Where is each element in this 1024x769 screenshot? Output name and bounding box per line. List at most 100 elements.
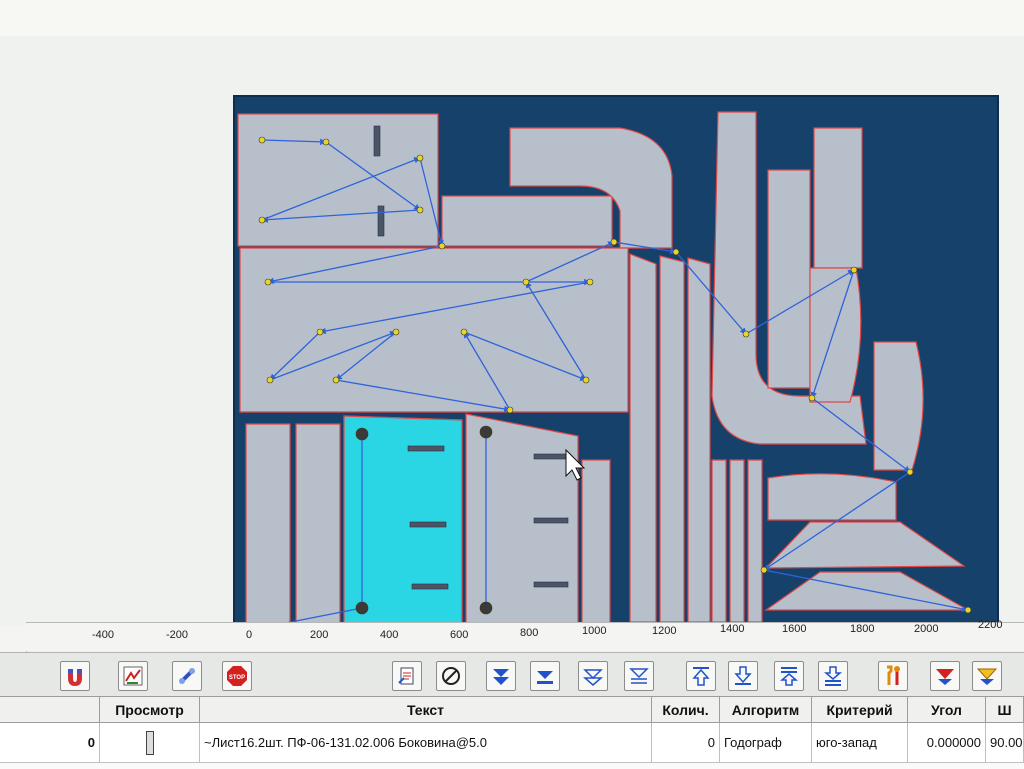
document-icon (398, 667, 414, 685)
part-mid-strip[interactable] (767, 169, 811, 389)
tools-button[interactable] (878, 661, 908, 691)
slot (377, 205, 385, 237)
part-upper-curve[interactable] (813, 127, 863, 269)
route-node (760, 566, 768, 574)
route-node (672, 248, 680, 256)
download-button[interactable] (728, 661, 758, 691)
x-tick-label: -400 (92, 629, 115, 641)
svg-text:STOP: STOP (229, 675, 245, 681)
preview-thumbnail-icon (145, 730, 154, 755)
auto-nest-button[interactable] (118, 661, 148, 691)
x-tick-label: 1600 (782, 623, 807, 635)
optimize-button[interactable] (172, 661, 202, 691)
move-down-outline-icon (583, 669, 603, 686)
slot (533, 453, 569, 460)
row-width[interactable]: 90.00 (986, 723, 1024, 763)
move-to-end-button[interactable] (486, 661, 516, 691)
nest-icon (123, 666, 143, 686)
yellow-funnel-icon (976, 668, 998, 685)
part-vertical-2[interactable] (659, 255, 685, 623)
route-node (808, 394, 816, 402)
row-qty[interactable]: 0 (652, 723, 720, 763)
part-thin-3[interactable] (747, 459, 763, 623)
move-down-outline-button[interactable] (578, 661, 608, 691)
row-angle[interactable]: 0.000000 (908, 723, 986, 763)
part-narrow-strip[interactable] (581, 459, 611, 627)
x-tick-label: 0 (246, 629, 253, 641)
route-node (332, 376, 340, 384)
x-tick-label: 200 (310, 629, 329, 641)
slot (409, 521, 447, 528)
sort-yellow-button[interactable] (972, 661, 1002, 691)
route-node (742, 330, 750, 338)
arrow-down-bar-icon (734, 666, 752, 685)
import-part-button[interactable] (60, 661, 90, 691)
route-node (522, 278, 530, 286)
red-funnel-icon (936, 669, 954, 685)
route-node (316, 328, 324, 336)
column-header-text[interactable]: Текст (200, 697, 652, 723)
column-header-criterion[interactable]: Критерий (812, 697, 908, 723)
move-bottom-outline-icon (629, 668, 649, 684)
part-panel-strip[interactable] (441, 195, 613, 247)
toolbar: STOP (0, 652, 1024, 697)
route-node (506, 406, 514, 414)
column-header-algorithm[interactable]: Алгоритм (720, 697, 812, 723)
part-left-strip-1[interactable] (245, 423, 291, 627)
x-tick-label: 1400 (720, 623, 745, 635)
column-header-num[interactable] (0, 697, 100, 723)
cancel-button[interactable] (436, 661, 466, 691)
part-thin-1[interactable] (711, 459, 727, 623)
link-icon (179, 668, 195, 684)
column-header-angle[interactable]: Угол (908, 697, 986, 723)
part-arc-panel[interactable] (767, 473, 897, 521)
part-vertical-3[interactable] (687, 257, 711, 623)
column-header-preview[interactable]: Просмотр (100, 697, 200, 723)
route-node (610, 238, 618, 246)
slot (533, 581, 569, 588)
column-header-width[interactable]: Ш (986, 697, 1024, 723)
raise-button[interactable] (774, 661, 804, 691)
part-left-strip-2[interactable] (295, 423, 341, 627)
stop-icon: STOP (227, 666, 247, 686)
x-tick-label: 600 (450, 629, 469, 641)
column-header-qty[interactable]: Колич. (652, 697, 720, 723)
route-node (850, 266, 858, 274)
lower-button[interactable] (818, 661, 848, 691)
upload-button[interactable] (686, 661, 716, 691)
row-criterion[interactable]: юго-запад (812, 723, 908, 763)
x-tick-label: 1000 (582, 625, 607, 637)
x-tick-label: 2000 (914, 623, 939, 635)
document-button[interactable] (392, 661, 422, 691)
part-thin-2[interactable] (729, 459, 745, 623)
move-down-button[interactable] (530, 661, 560, 691)
slot (533, 517, 569, 524)
x-tick-label: 800 (520, 627, 539, 639)
move-bottom-outline-button[interactable] (624, 661, 654, 691)
stop-button[interactable]: STOP (222, 661, 252, 691)
part-large-panel[interactable] (239, 247, 629, 413)
route-node (582, 376, 590, 384)
nesting-canvas[interactable] (0, 36, 1024, 633)
row-algorithm[interactable]: Годограф (720, 723, 812, 763)
slot (411, 583, 449, 590)
x-tick-label: 2200 (978, 619, 1003, 631)
part-top-left[interactable] (237, 113, 439, 247)
part-vertical-1[interactable] (629, 253, 657, 623)
sort-red-button[interactable] (930, 661, 960, 691)
x-tick-label: 400 (380, 629, 399, 641)
route-node (906, 468, 914, 476)
route-node (416, 154, 424, 162)
task-table: Просмотр Текст Колич. Алгоритм Критерий … (0, 696, 1024, 769)
horizontal-ruler: -400 -200 0 200 400 600 800 1000 1200 14… (26, 619, 1024, 651)
move-down-icon (537, 671, 553, 684)
x-tick-label: 1800 (850, 623, 875, 635)
row-number[interactable]: 0 (0, 723, 100, 763)
route-node (392, 328, 400, 336)
nesting-layout (0, 36, 1024, 633)
row-preview[interactable] (100, 723, 200, 763)
row-text[interactable]: ~Лист16.2шт. ПФ-06-131.02.006 Боковина@5… (200, 723, 652, 763)
route-node (258, 216, 266, 224)
route-node (964, 606, 972, 614)
drill-point (355, 427, 369, 441)
